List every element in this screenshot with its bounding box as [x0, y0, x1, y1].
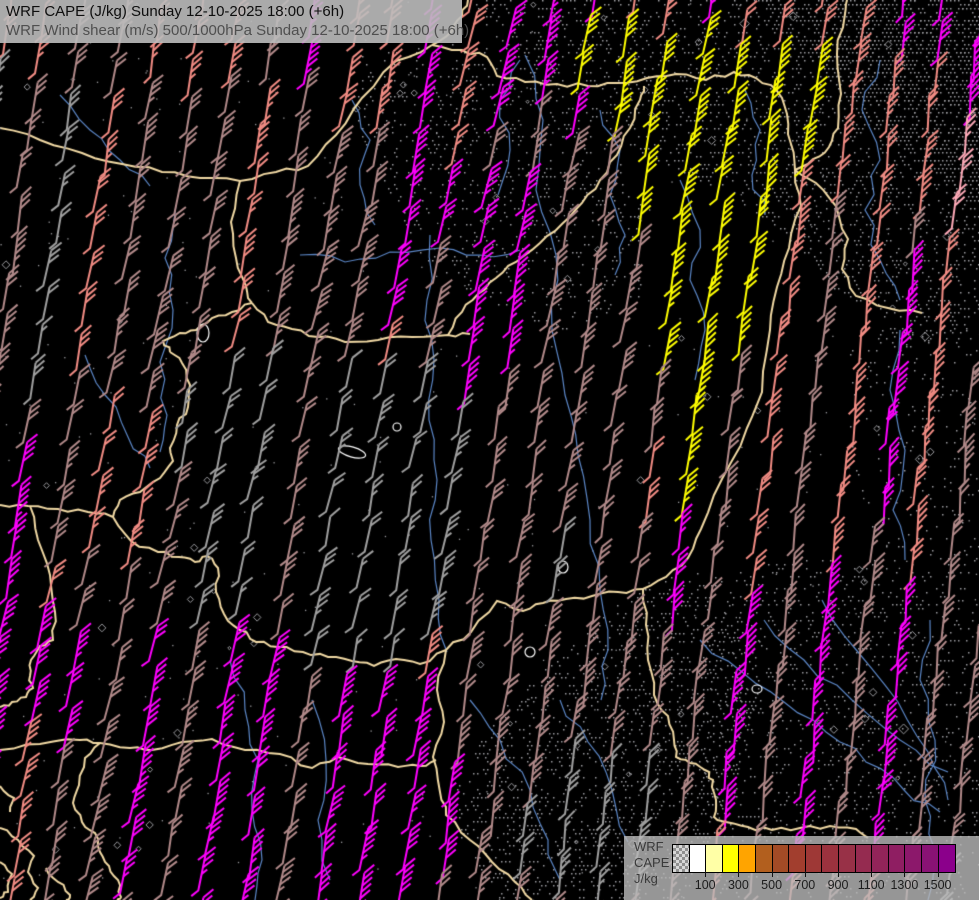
legend-color-cell [706, 845, 723, 872]
legend-label-param: CAPE [634, 855, 670, 870]
legend-tick-label: 1500 [923, 878, 952, 892]
map-canvas [0, 0, 979, 900]
legend-color-cell [805, 845, 823, 872]
legend-color-cell [921, 845, 939, 872]
legend-color-cell [739, 845, 756, 872]
legend-color-cell [772, 845, 790, 872]
legend-tick [705, 871, 707, 877]
legend-label-model: WRF [634, 839, 664, 854]
legend-color-cell [888, 845, 906, 872]
legend-color-cell [789, 845, 806, 872]
legend-tick-label: 100 [694, 878, 716, 892]
legend-label-unit: J/kg [634, 871, 658, 886]
legend-color-cell [838, 845, 856, 872]
legend-color-cell [872, 845, 889, 872]
legend-color-cell [722, 845, 740, 872]
legend-tick-label: 500 [761, 878, 783, 892]
legend-tick-label: 300 [727, 878, 749, 892]
title-overlay: WRF CAPE (J/kg) Sunday 12-10-2025 18:00 … [0, 0, 470, 43]
legend-tick [838, 871, 839, 877]
legend-label: WRF CAPE J/kg [634, 839, 669, 887]
legend-tick-label: 1100 [857, 878, 885, 892]
legend-tick-label: 900 [827, 878, 849, 892]
legend-tick [804, 871, 806, 877]
cape-legend: WRF CAPE J/kg 100 300 500 700 900 1100 1300 150… [624, 836, 979, 900]
title-cape-line: WRF CAPE (J/kg) Sunday 12-10-2025 18:00 … [6, 3, 345, 20]
legend-tick [771, 871, 773, 877]
legend-tick [904, 871, 906, 877]
legend-color-cell [822, 845, 839, 872]
legend-color-cell [855, 845, 873, 872]
legend-tick [871, 871, 873, 877]
legend-color-cell [689, 845, 707, 872]
title-shear-line: WRF Wind shear (m/s) 500/1000hPa Sunday … [6, 22, 470, 39]
legend-tick-label: 700 [794, 878, 816, 892]
legend-tick [738, 871, 740, 877]
legend-tick [937, 871, 939, 877]
wrf-weather-map: WRF CAPE (J/kg) Sunday 12-10-2025 18:00 … [0, 0, 979, 900]
legend-color-cell [673, 845, 690, 872]
legend-color-cell [938, 845, 956, 872]
legend-tick-label: 1300 [890, 878, 919, 892]
legend-color-cell [905, 845, 922, 872]
legend-color-cell [755, 845, 773, 872]
legend-color-scale [672, 844, 957, 873]
